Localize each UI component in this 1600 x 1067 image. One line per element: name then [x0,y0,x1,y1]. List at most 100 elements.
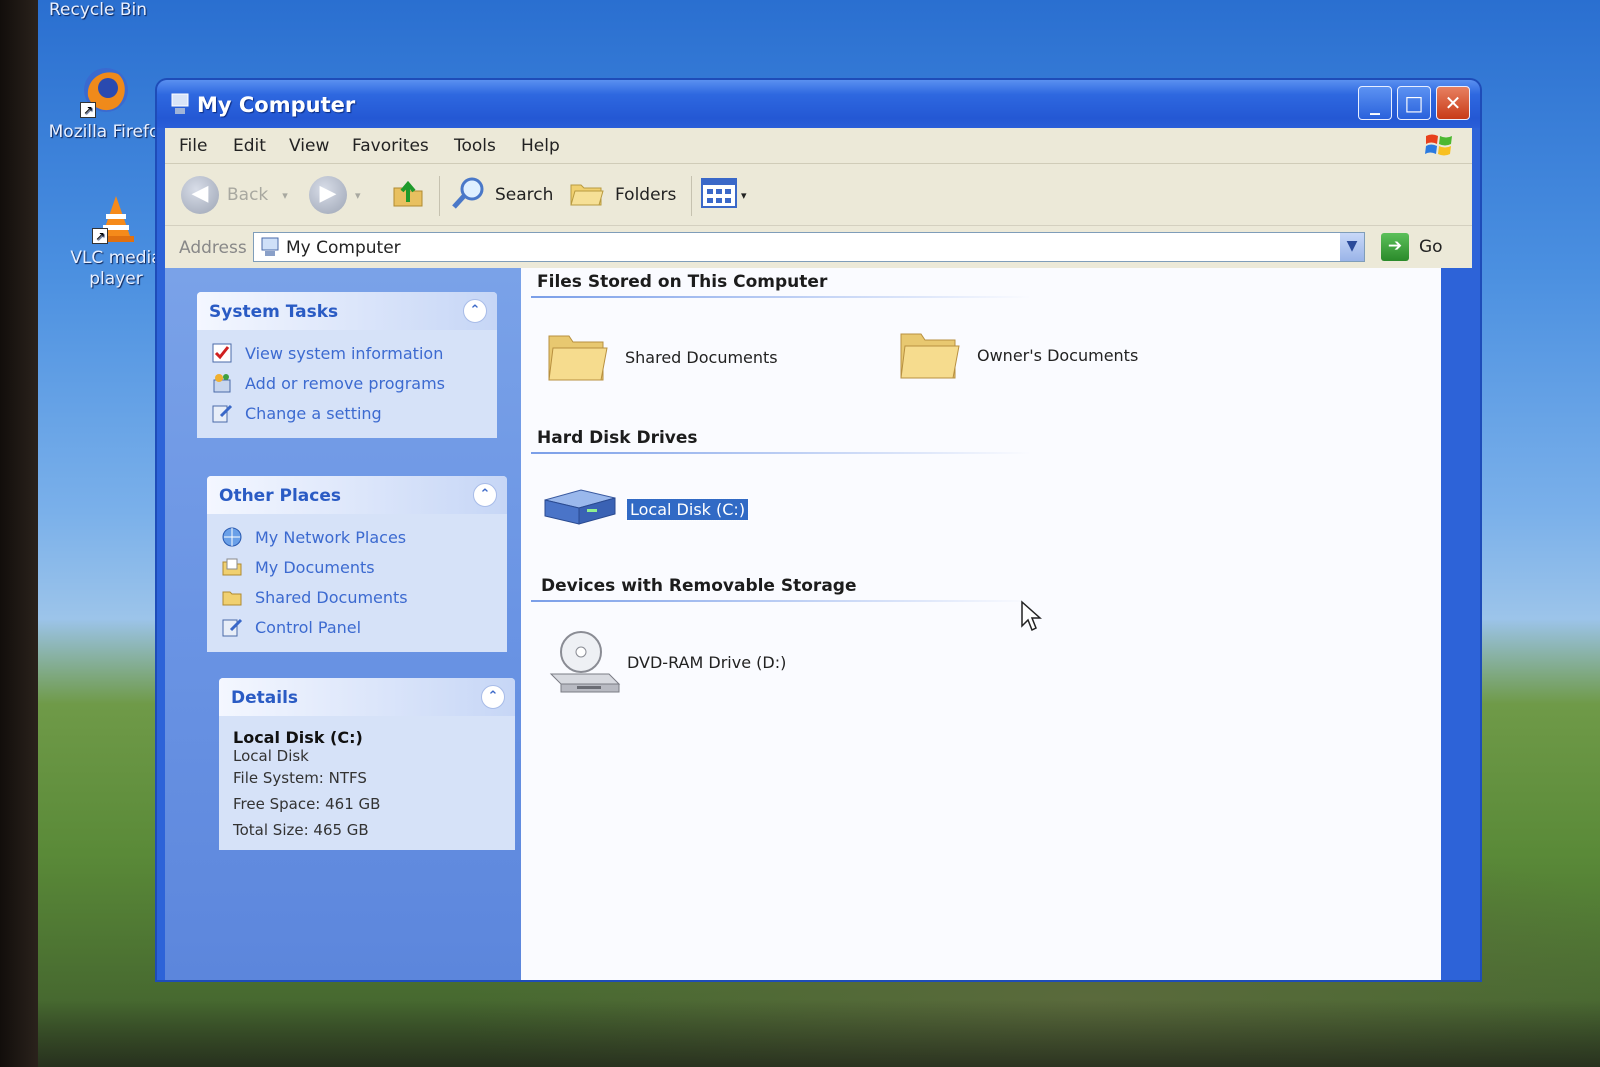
toolbar-separator [691,176,692,216]
item-label: Owner's Documents [977,345,1139,365]
group-title-removable-storage: Devices with Removable Storage [541,576,857,596]
place-my-network-places[interactable]: My Network Places [221,522,493,552]
folders-label: Folders [615,185,677,205]
menu-edit[interactable]: Edit [233,136,266,156]
vlc-icon: ↗ [90,192,142,244]
task-link-label: View system information [245,343,444,363]
minimize-button[interactable]: _ [1358,86,1392,120]
place-shared-documents[interactable]: Shared Documents [221,582,493,612]
address-dropdown-icon[interactable]: ▼ [1340,233,1364,261]
hard-disk-icon [541,484,617,534]
views-button[interactable]: ▾ [701,177,747,213]
place-link-label: Control Panel [255,617,362,637]
shared-documents-icon [221,586,243,608]
forward-dropdown-icon: ▾ [355,188,361,202]
task-link-label: Change a setting [245,403,382,423]
menu-view[interactable]: View [289,136,329,156]
forward-button[interactable]: ▶ ▾ [309,176,361,214]
details-total-size: Total Size: 465 GB [233,821,369,839]
item-local-disk-c[interactable]: Local Disk (C:) [541,484,750,534]
search-button[interactable]: Search [451,177,553,213]
views-icon [701,177,737,213]
system-tasks-header[interactable]: System Tasks ⌃ [197,292,497,330]
menu-file[interactable]: File [179,136,207,156]
toolbar-separator [439,176,440,216]
content-area: Files Stored on This Computer Shared Doc… [521,268,1441,980]
go-button[interactable]: ➔ Go [1381,232,1443,262]
item-shared-documents[interactable]: Shared Documents [545,328,778,386]
item-label: Shared Documents [625,347,778,367]
collapse-icon[interactable]: ⌃ [473,483,497,507]
address-value: My Computer [286,238,401,258]
details-title: Details [231,688,299,708]
go-arrow-icon: ➔ [1381,233,1409,261]
details-file-system: File System: NTFS [233,769,367,787]
my-documents-icon [221,556,243,578]
standard-toolbar: ◀ Back ▾ ▶ ▾ Search Folders ▾ [165,164,1472,226]
network-places-icon [221,526,243,548]
place-link-label: Shared Documents [255,587,408,607]
group-divider [531,452,1031,454]
system-tasks-title: System Tasks [209,302,339,322]
place-my-documents[interactable]: My Documents [221,552,493,582]
group-title-files-stored: Files Stored on This Computer [537,272,828,292]
other-places-header[interactable]: Other Places ⌃ [207,476,507,514]
monitor-bezel [0,0,38,1067]
menu-bar: File Edit View Favorites Tools Help [165,128,1472,164]
up-folder-button[interactable] [391,177,425,213]
task-view-system-information[interactable]: View system information [211,338,483,368]
maximize-button[interactable]: □ [1397,86,1431,120]
views-dropdown-icon: ▾ [741,188,747,202]
item-dvd-ram-drive-d[interactable]: DVD-RAM Drive (D:) [547,628,786,696]
close-button[interactable]: ✕ [1436,86,1470,120]
firefox-icon: ↗ [78,66,130,118]
go-label: Go [1419,237,1443,257]
system-info-icon [211,342,233,364]
address-label: Address [179,238,247,258]
collapse-icon[interactable]: ⌃ [481,685,505,709]
my-computer-window: My Computer _ □ ✕ File Edit View Favorit… [157,80,1480,980]
up-folder-icon [391,176,425,215]
other-places-title: Other Places [219,486,341,506]
group-divider [531,600,1031,602]
control-panel-icon [211,402,233,424]
control-panel-icon [221,616,243,638]
back-label: Back [227,185,269,205]
details-item-name: Local Disk (C:) [233,728,363,747]
windows-logo-icon [1424,132,1454,158]
add-remove-programs-icon [211,372,233,394]
search-icon [451,175,487,216]
address-field[interactable]: My Computer ▼ [253,232,1365,262]
details-item-type: Local Disk [233,747,309,765]
folders-icon [569,177,605,214]
details-free-space: Free Space: 461 GB [233,795,381,813]
folder-icon [897,326,961,384]
collapse-icon[interactable]: ⌃ [463,299,487,323]
task-link-label: Add or remove programs [245,373,445,393]
place-link-label: My Documents [255,557,375,577]
address-bar: Address My Computer ▼ ➔ Go [165,226,1472,268]
menu-tools[interactable]: Tools [454,136,496,156]
back-dropdown-icon: ▾ [282,188,288,202]
desktop-icon-recycle-bin[interactable]: Recycle Bin [38,0,158,21]
place-control-panel[interactable]: Control Panel [221,612,493,642]
folders-button[interactable]: Folders [569,177,676,213]
task-pane: System Tasks ⌃ View system information A… [165,268,521,980]
task-add-remove-programs[interactable]: Add or remove programs [211,368,483,398]
recycle-bin-label: Recycle Bin [48,0,147,20]
window-title: My Computer [197,93,356,117]
title-bar[interactable]: My Computer _ □ ✕ [157,80,1480,128]
back-button[interactable]: ◀ Back ▾ [181,176,288,214]
my-computer-icon [169,92,191,116]
details-panel: Details ⌃ Local Disk (C:) Local Disk Fil… [219,678,515,850]
place-link-label: My Network Places [255,527,407,547]
menu-help[interactable]: Help [521,136,560,156]
item-owners-documents[interactable]: Owner's Documents [897,326,1138,384]
vlc-label: VLC media player [70,248,162,289]
desktop-icon-firefox[interactable]: ↗ Mozilla Firefo [44,66,164,143]
search-label: Search [495,185,554,205]
task-change-a-setting[interactable]: Change a setting [211,398,483,428]
menu-favorites[interactable]: Favorites [352,136,429,156]
back-arrow-icon: ◀ [181,176,219,214]
details-header[interactable]: Details ⌃ [219,678,515,716]
